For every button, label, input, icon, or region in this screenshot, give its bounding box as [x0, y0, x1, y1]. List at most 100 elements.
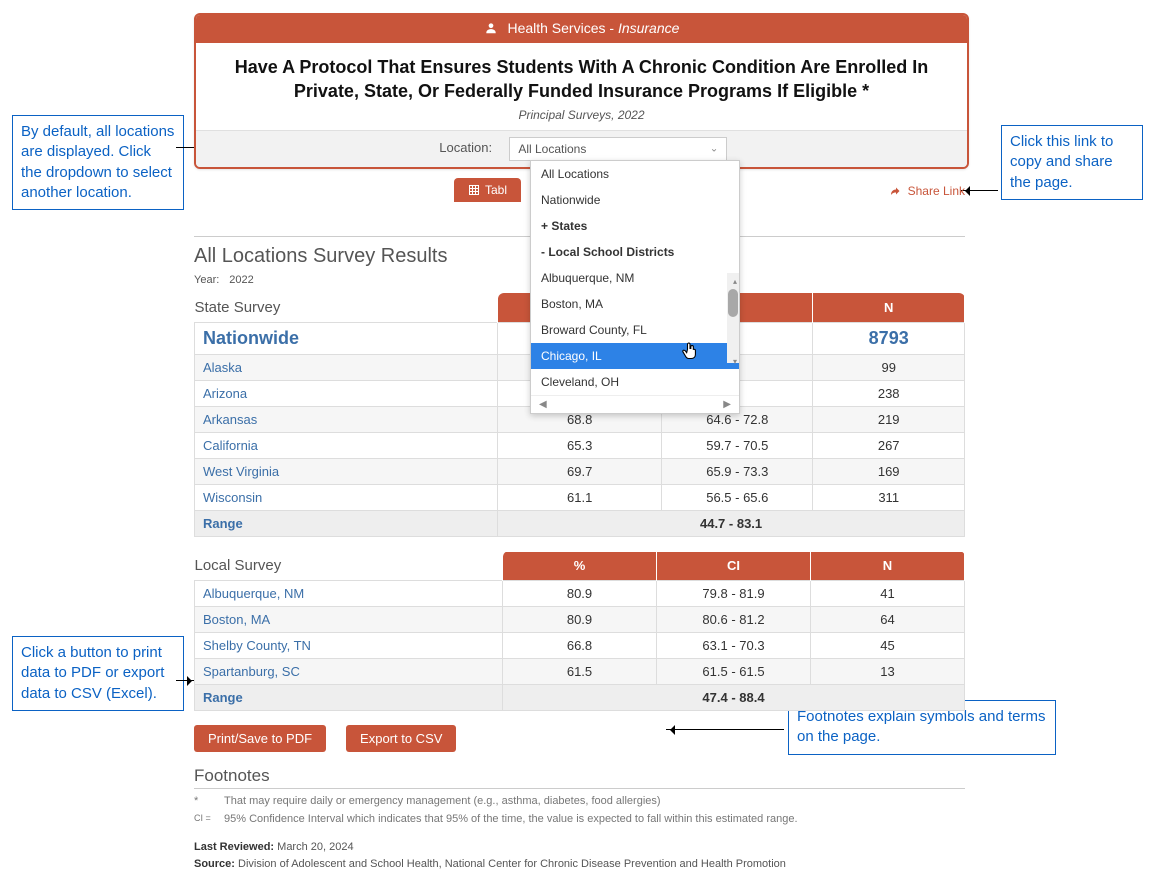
state-name[interactable]: California [195, 432, 498, 458]
local-caption: Local Survey [195, 551, 503, 581]
state-name[interactable]: Arizona [195, 380, 498, 406]
scroll-down-icon[interactable]: ▾ [733, 357, 737, 366]
question-card: Health Services - Insurance Have A Proto… [194, 13, 969, 169]
person-icon [484, 21, 498, 38]
nav-left-icon[interactable]: ◀ [539, 399, 547, 410]
option-district[interactable]: Cleveland, OH [531, 369, 739, 395]
state-name[interactable]: West Virginia [195, 458, 498, 484]
scrollbar-thumb[interactable] [728, 289, 738, 317]
card-header: Health Services - Insurance [196, 15, 967, 43]
export-csv-button[interactable]: Export to CSV [346, 725, 456, 752]
cell: 61.5 - 61.5 [657, 659, 811, 685]
local-survey-table: Local Survey % CI N Albuquerque, NM80.97… [194, 551, 965, 712]
cell: 311 [813, 484, 965, 510]
col-n: N [813, 293, 965, 323]
page-meta: Last Reviewed: March 20, 2024 Source: Di… [194, 839, 965, 872]
local-name[interactable]: Boston, MA [195, 607, 503, 633]
footnotes-heading: Footnotes [194, 766, 965, 786]
footnote-symbol: CI = [194, 813, 214, 825]
reviewed-label: Last Reviewed: [194, 841, 274, 853]
group-local-districts[interactable]: - Local School Districts [531, 239, 739, 265]
share-link[interactable]: Share Link [889, 184, 965, 198]
range-value: 44.7 - 83.1 [498, 510, 965, 536]
cell: 169 [813, 458, 965, 484]
cell: 65.9 - 73.3 [662, 458, 813, 484]
cell: 99 [813, 354, 965, 380]
source-value: Division of Adolescent and School Health… [238, 858, 786, 870]
chevron-down-icon: ⌄ [710, 143, 718, 154]
footnote-text: That may require daily or emergency mana… [224, 795, 661, 807]
cursor-pointer-icon [680, 340, 700, 365]
cell: 56.5 - 65.6 [662, 484, 813, 510]
cell: 64 [811, 607, 965, 633]
arrow-share [961, 190, 998, 191]
cell: 66.8 [503, 633, 657, 659]
location-options-panel: All Locations Nationwide + States - Loca… [530, 160, 740, 414]
row-nationwide-name[interactable]: Nationwide [195, 322, 498, 354]
source-label: Source: [194, 858, 235, 870]
cell: 13 [811, 659, 965, 685]
print-pdf-button[interactable]: Print/Save to PDF [194, 725, 326, 752]
reviewed-value: March 20, 2024 [277, 841, 353, 853]
location-label: Location: [436, 140, 496, 155]
local-name[interactable]: Albuquerque, NM [195, 581, 503, 607]
cell: 61.5 [503, 659, 657, 685]
question-title: Have A Protocol That Ensures Students Wi… [196, 43, 967, 108]
nav-right-icon[interactable]: ▶ [723, 399, 731, 410]
horizontal-nav: ◀ ▶ [531, 395, 739, 413]
option-district[interactable]: Broward County, FL [531, 317, 739, 343]
cell: 80.9 [503, 607, 657, 633]
cell: 69.7 [498, 458, 662, 484]
location-dropdown[interactable]: All Locations ⌄ [509, 137, 727, 161]
row-nationwide-n: 8793 [813, 322, 965, 354]
callout-share: Click this link to copy and share the pa… [1001, 125, 1143, 200]
cell: 61.1 [498, 484, 662, 510]
cell: 45 [811, 633, 965, 659]
share-link-label: Share Link [908, 184, 965, 198]
col-pct: % [503, 551, 657, 581]
cell: 219 [813, 406, 965, 432]
range-label: Range [195, 510, 498, 536]
option-nationwide[interactable]: Nationwide [531, 187, 739, 213]
state-name[interactable]: Wisconsin [195, 484, 498, 510]
option-district[interactable]: Albuquerque, NM [531, 265, 739, 291]
callout-export: Click a button to print data to PDF or e… [12, 636, 184, 711]
tab-table[interactable]: Tabl [454, 178, 521, 202]
option-all-locations[interactable]: All Locations [531, 161, 739, 187]
cell: 80.6 - 81.2 [657, 607, 811, 633]
footnote-text: 95% Confidence Interval which indicates … [224, 813, 798, 825]
state-caption: State Survey [195, 293, 498, 323]
cell: 59.7 - 70.5 [662, 432, 813, 458]
state-name[interactable]: Alaska [195, 354, 498, 380]
footnote-row: CI = 95% Confidence Interval which indic… [194, 813, 965, 825]
callout-location: By default, all locations are displayed.… [12, 115, 184, 210]
option-district-highlighted[interactable]: Chicago, IL [531, 343, 739, 369]
local-name[interactable]: Shelby County, TN [195, 633, 503, 659]
cell: 65.3 [498, 432, 662, 458]
local-name[interactable]: Spartanburg, SC [195, 659, 503, 685]
footnote-symbol: * [194, 795, 214, 807]
state-name[interactable]: Arkansas [195, 406, 498, 432]
group-states[interactable]: + States [531, 213, 739, 239]
location-selected: All Locations [518, 142, 586, 156]
arrow-export [176, 680, 196, 681]
cell: 63.1 - 70.3 [657, 633, 811, 659]
cell: 41 [811, 581, 965, 607]
category-label: Health Services - Insurance [507, 20, 679, 36]
option-district[interactable]: Boston, MA [531, 291, 739, 317]
share-icon [889, 185, 901, 197]
question-subtitle: Principal Surveys, 2022 [196, 108, 967, 130]
col-n: N [811, 551, 965, 581]
cell: 238 [813, 380, 965, 406]
range-label: Range [195, 685, 503, 711]
cell: 80.9 [503, 581, 657, 607]
cell: 267 [813, 432, 965, 458]
table-icon [468, 184, 480, 196]
cell: 79.8 - 81.9 [657, 581, 811, 607]
scroll-up-icon[interactable]: ▴ [733, 277, 737, 286]
tab-table-label: Tabl [485, 183, 507, 197]
footnote-row: * That may require daily or emergency ma… [194, 795, 965, 807]
range-value: 47.4 - 88.4 [503, 685, 965, 711]
scrollbar-track[interactable] [727, 273, 739, 363]
col-ci: CI [657, 551, 811, 581]
